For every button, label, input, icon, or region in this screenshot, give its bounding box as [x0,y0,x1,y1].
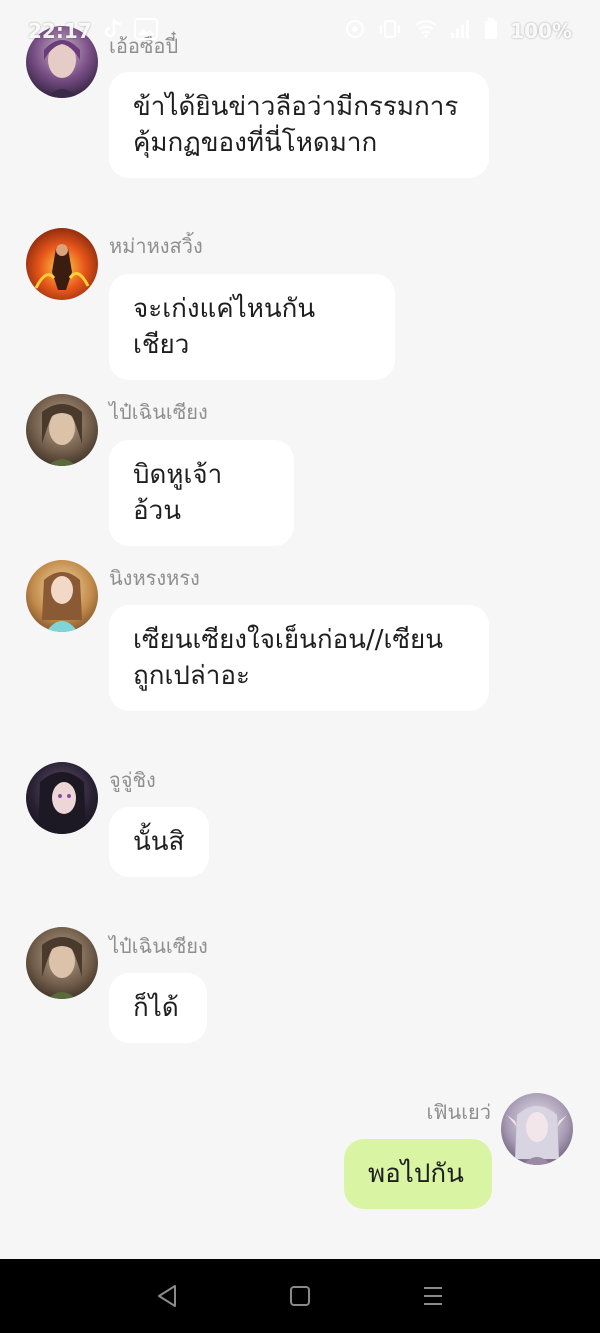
status-time: 22:17 [28,19,92,43]
message-bubble[interactable]: ก็ได้ [109,973,207,1043]
location-icon [344,18,366,45]
wifi-icon [414,19,438,44]
battery-icon [484,17,498,45]
vibrate-icon [378,18,402,45]
back-icon[interactable] [147,1276,187,1316]
chat-list[interactable]: เอ้อซือปี๋ ข้าได้ยินข่าวลือว่ามีกรรมการค… [0,0,600,1258]
message-bubble[interactable]: จะเก่งแค่ไหนกันเชียว [109,274,395,380]
avatar-elf-icon[interactable] [26,927,98,999]
avatar-girl-blue-icon[interactable] [26,560,98,632]
battery-level: 100% [510,19,572,43]
tiktok-icon [104,18,122,45]
message-bubble[interactable]: บิดหูเจ้าอ้วน [109,440,294,546]
message-bubble[interactable]: นั้นสิ [109,807,209,877]
gallery-icon [133,17,158,45]
sender-name: จูจู่ชิง [109,768,156,792]
message-bubble[interactable]: พอไปกัน [344,1139,492,1209]
avatar-girl-dark-icon[interactable] [26,762,98,834]
sender-name: ไป๋เฉินเซียง [109,934,208,958]
avatar-fire-warrior-icon[interactable] [26,228,98,300]
sender-name: หม่าหงสวิ้ง [109,234,203,258]
message-bubble[interactable]: ข้าได้ยินข่าวลือว่ามีกรรมการคุ้มกฏของที่… [109,72,489,178]
avatar-elf-icon[interactable] [26,394,98,466]
signal-icon [450,19,472,44]
home-icon[interactable] [280,1276,320,1316]
status-bar: 22:17 100% [0,0,600,62]
message-bubble[interactable]: เซียนเซียงใจเย็นก่อน//เซียนถูกเปล่าอะ [109,605,489,711]
navigation-bar [0,1259,600,1333]
sender-name: นิงหรงหรง [109,566,200,590]
avatar-elf-silver-icon[interactable] [501,1093,573,1165]
recents-icon[interactable] [413,1276,453,1316]
sender-name: ไป๋เฉินเซียง [109,400,208,424]
sender-name: เฟินเยว่ [426,1100,491,1124]
